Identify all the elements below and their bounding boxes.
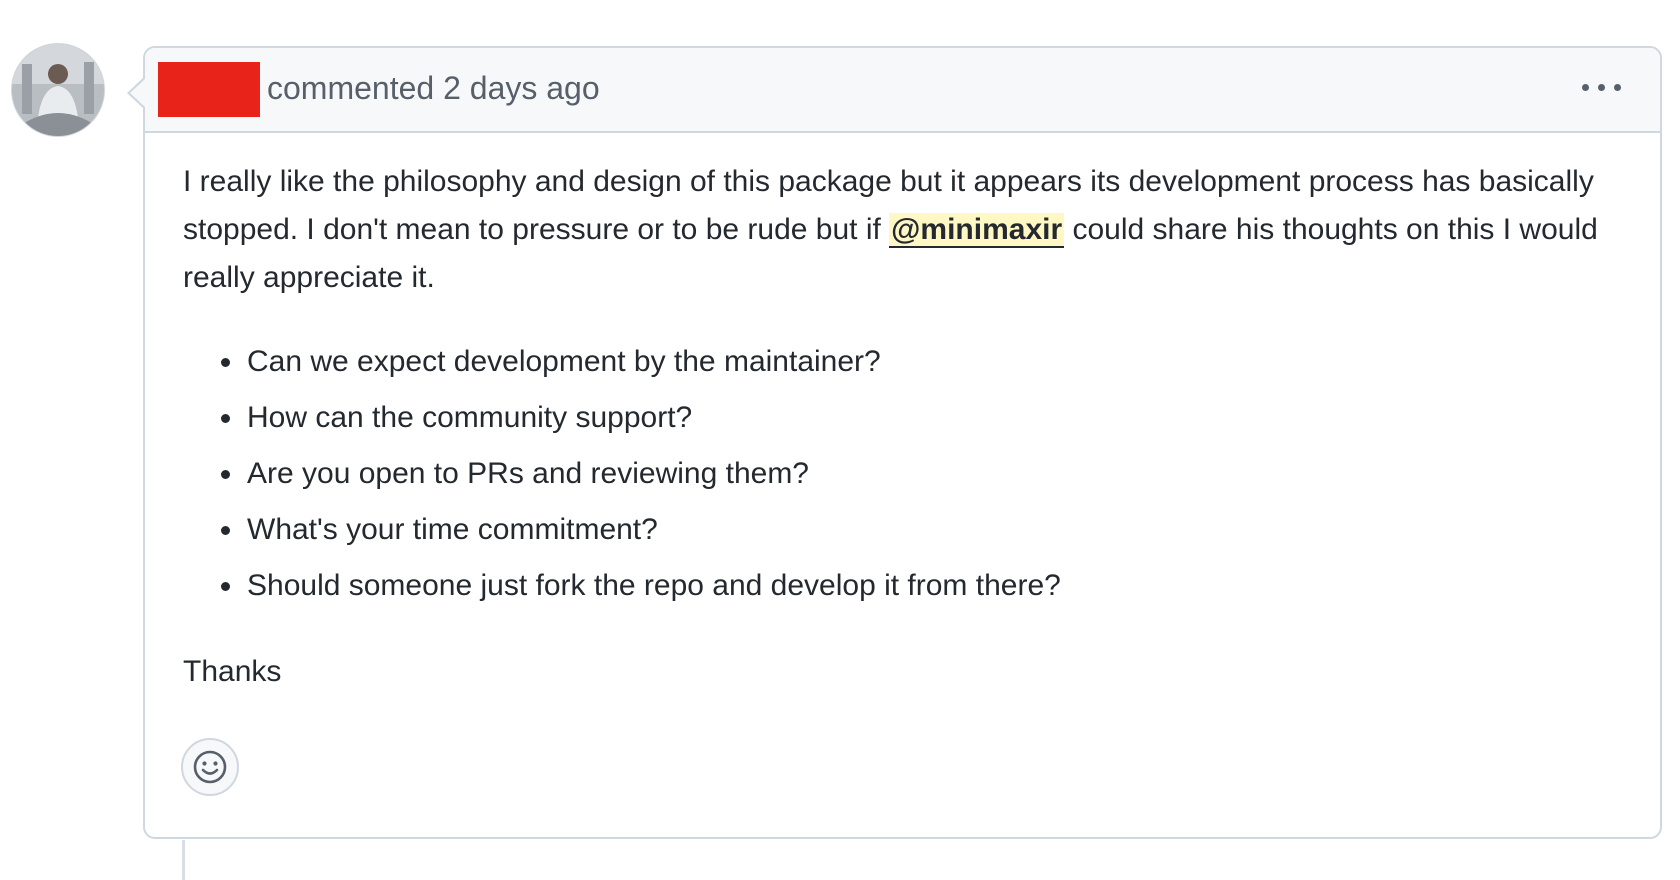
list-item: Should someone just fork the repo and de…	[245, 558, 1633, 614]
list-item: Are you open to PRs and reviewing them?	[245, 446, 1633, 502]
comment-closing: Thanks	[183, 655, 282, 688]
comment-paragraph: I really like the philosophy and design …	[183, 158, 1633, 302]
user-mention-link[interactable]: @minimaxir	[889, 213, 1065, 248]
author-name-redacted[interactable]	[158, 62, 260, 117]
question-list: Can we expect development by the maintai…	[183, 334, 1633, 614]
avatar-image	[12, 44, 104, 136]
avatar[interactable]	[12, 44, 104, 136]
add-reaction-button[interactable]	[181, 738, 239, 796]
list-item: How can the community support?	[245, 390, 1633, 446]
comment-box: commented 2 days ago I really like the p…	[143, 46, 1662, 839]
comment-caret-fill	[130, 79, 145, 107]
comment-body: I really like the philosophy and design …	[183, 158, 1633, 696]
kebab-horizontal-icon[interactable]	[1580, 70, 1624, 104]
list-item: What's your time commitment?	[245, 502, 1633, 558]
smiley-icon	[193, 750, 227, 784]
comment-header: commented 2 days ago	[145, 48, 1660, 133]
list-item: Can we expect development by the maintai…	[245, 334, 1633, 390]
comment-timestamp[interactable]: commented 2 days ago	[267, 70, 600, 107]
timeline-line	[182, 840, 185, 880]
